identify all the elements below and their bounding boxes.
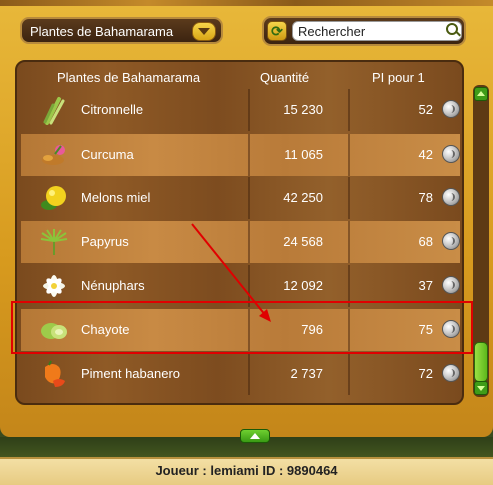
plant-name: Chayote: [81, 322, 130, 337]
plant-pi: 52: [418, 102, 433, 117]
coin-icon: [442, 232, 460, 250]
plant-name: Citronnelle: [81, 102, 144, 117]
search-icon[interactable]: [446, 23, 458, 35]
papyrus-icon: [40, 229, 68, 255]
expand-panel-button[interactable]: [240, 429, 270, 443]
plant-quantity: 11 065: [284, 147, 323, 162]
scrollbar-thumb[interactable]: [474, 342, 488, 382]
scroll-up-icon[interactable]: [474, 87, 488, 101]
coin-icon: [442, 276, 460, 294]
coin-icon: [442, 188, 460, 206]
water-lily-icon: [43, 275, 65, 297]
habanero-icon: [45, 360, 65, 387]
table-row[interactable]: Curcuma 11 065 42: [21, 134, 460, 176]
plant-name: Nénuphars: [81, 278, 145, 293]
header-pi: PI pour 1: [372, 70, 425, 85]
table-row[interactable]: Chayote 796 75: [21, 309, 460, 351]
turmeric-icon: [42, 145, 65, 165]
header-plant-name: Plantes de Bahamarama: [57, 70, 201, 85]
table-row[interactable]: Melons miel 42 250 78: [21, 177, 460, 219]
plant-quantity: 796: [301, 322, 323, 337]
honey-melon-icon: [41, 186, 66, 210]
plant-quantity: 24 568: [283, 234, 323, 249]
chevron-down-icon[interactable]: [192, 22, 216, 41]
coin-icon: [442, 320, 460, 338]
table-row[interactable]: Piment habanero 2 737 72: [21, 353, 460, 395]
table-row[interactable]: Papyrus 24 568 68: [21, 221, 460, 263]
plant-name: Papyrus: [81, 234, 129, 249]
chayote-icon: [41, 323, 67, 339]
table-row[interactable]: Nénuphars 12 092 37: [21, 265, 460, 307]
plant-pi: 78: [418, 190, 433, 205]
frame-top-border: [0, 0, 493, 6]
search-box: ⟳: [262, 16, 466, 46]
plant-name: Curcuma: [81, 147, 134, 162]
plant-name: Melons miel: [81, 190, 151, 205]
plant-quantity: 12 092: [283, 278, 323, 293]
coin-icon: [442, 100, 460, 118]
table-header: Plantes de Bahamarama Quantité PI pour 1: [17, 70, 462, 88]
region-dropdown-label: Plantes de Bahamarama: [30, 24, 174, 39]
scroll-down-icon[interactable]: [474, 381, 488, 395]
player-info-bar: Joueur : lemiami ID : 9890464: [0, 457, 493, 485]
plant-quantity: 2 737: [290, 366, 323, 381]
table-row[interactable]: Citronnelle 15 230 52: [21, 89, 460, 131]
plant-pi: 75: [418, 322, 433, 337]
header-quantity: Quantité: [260, 70, 310, 85]
table-scrollbar[interactable]: [473, 85, 489, 397]
lemongrass-icon: [43, 97, 65, 125]
plant-name: Piment habanero: [81, 366, 181, 381]
search-input[interactable]: [292, 21, 462, 41]
plant-pi: 37: [418, 278, 433, 293]
plant-pi: 72: [418, 366, 433, 381]
plant-quantity: 15 230: [283, 102, 323, 117]
coin-icon: [442, 364, 460, 382]
plant-quantity: 42 250: [283, 190, 323, 205]
region-dropdown[interactable]: Plantes de Bahamarama: [20, 17, 223, 44]
refresh-icon[interactable]: ⟳: [267, 21, 287, 41]
player-info-text: Joueur : lemiami ID : 9890464: [155, 463, 338, 478]
plant-pi: 68: [418, 234, 433, 249]
plant-pi: 42: [418, 147, 433, 162]
coin-icon: [442, 145, 460, 163]
plants-table: Plantes de Bahamarama Quantité PI pour 1…: [15, 60, 464, 405]
